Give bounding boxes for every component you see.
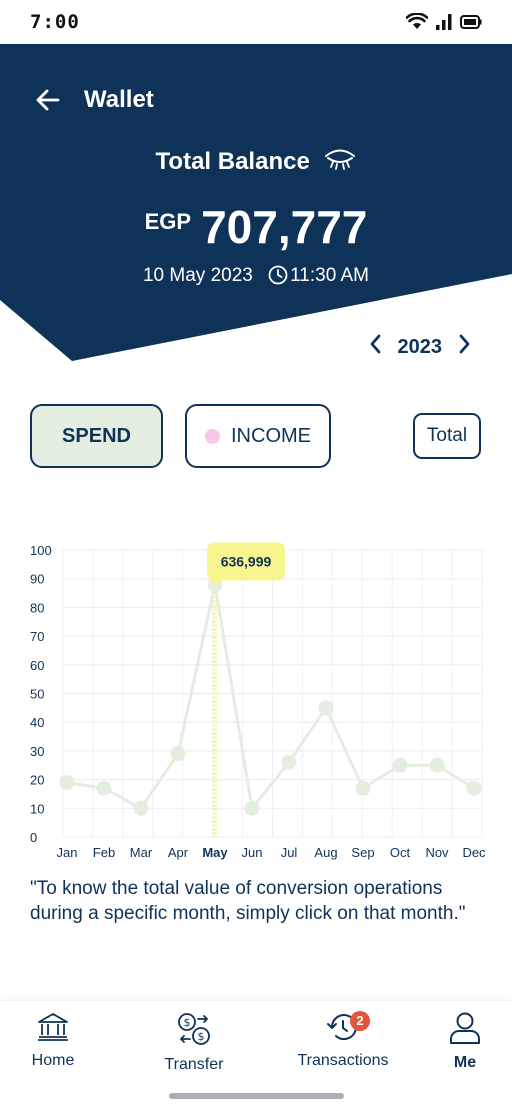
income-dot-icon (205, 428, 220, 444)
svg-text:$: $ (198, 1030, 205, 1043)
x-tick-label-dec: Dec (462, 845, 486, 860)
x-tick-label-jun: Jun (242, 845, 263, 860)
nav-transactions-label: Transactions (297, 1052, 389, 1069)
home-indicator (169, 1093, 344, 1099)
wifi-icon (406, 13, 428, 29)
bank-icon (38, 1013, 68, 1041)
spend-tab[interactable]: SPEND (30, 404, 163, 468)
next-year-button[interactable] (458, 333, 472, 361)
data-point-apr (170, 746, 186, 762)
data-point-nov (429, 757, 445, 773)
arrow-left-icon (36, 89, 60, 111)
x-tick-label-aug: Aug (314, 845, 337, 860)
data-point-feb (96, 780, 112, 796)
previous-year-button[interactable] (368, 333, 382, 361)
status-time: 7:00 (30, 11, 80, 33)
x-tick-label-sep: Sep (351, 845, 374, 860)
total-button-label: Total (426, 425, 468, 446)
data-point-mar (133, 800, 149, 816)
y-tick-label: 100 (30, 543, 52, 558)
balance-time: 11:30 AM (290, 265, 369, 286)
nav-me[interactable]: Me (440, 1011, 490, 1072)
income-tab-label: INCOME (231, 424, 311, 447)
spend-tab-label: SPEND (62, 424, 131, 447)
data-point-aug (318, 700, 334, 716)
svg-text:$: $ (184, 1016, 191, 1029)
x-tick-label-jan: Jan (57, 845, 78, 860)
data-point-jan (59, 774, 75, 790)
x-tick-label-oct: Oct (390, 845, 411, 860)
balance-label: Total Balance (155, 148, 310, 175)
y-tick-label: 20 (30, 773, 44, 788)
chart-tooltip-value: 636,999 (221, 553, 272, 569)
hide-balance-button[interactable] (324, 148, 356, 177)
x-tick-label-jul: Jul (281, 845, 298, 860)
x-tick-label-may: May (202, 845, 228, 860)
y-tick-label: 70 (30, 629, 44, 644)
year-label: 2023 (397, 335, 443, 358)
data-point-jul (281, 754, 297, 770)
monthly-spend-chart: 0 10 20 30 40 50 60 70 80 90 100 Jan Feb Mar Apr May Jun… (30, 542, 486, 860)
nav-me-label: Me (453, 1054, 477, 1071)
currency-label: EGP (144, 209, 192, 234)
transactions-badge: 2 (350, 1011, 370, 1031)
date-time-row: 10 May 2023 11:30 AM (0, 265, 512, 291)
person-icon (450, 1012, 480, 1044)
x-tick-label-mar: Mar (130, 845, 153, 860)
y-tick-label: 10 (30, 801, 44, 816)
balance-date: 10 May 2023 (142, 265, 253, 286)
y-tick-label: 0 (30, 830, 37, 845)
y-tick-label: 30 (30, 744, 44, 759)
page-title: Wallet (84, 86, 154, 113)
transfer-icon: $ $ (178, 1013, 210, 1045)
data-point-sep (355, 780, 371, 796)
balance-label-row: Total Balance (0, 148, 512, 177)
battery-icon (460, 14, 482, 29)
income-tab[interactable]: INCOME (185, 404, 331, 468)
status-bar: 7:00 (0, 0, 512, 44)
x-tick-label-nov: Nov (425, 845, 449, 860)
chevron-right-icon (459, 334, 470, 354)
nav-home-label: Home (31, 1052, 75, 1069)
balance-amount-row: EGP 707,777 (0, 200, 512, 254)
nav-transactions[interactable]: 2 Transactions (290, 1011, 396, 1070)
clock-icon (268, 265, 288, 291)
y-tick-label: 60 (30, 658, 44, 673)
y-tick-label: 40 (30, 715, 44, 730)
y-tick-label: 80 (30, 600, 44, 615)
nav-transfer[interactable]: $ $ Transfer (158, 1011, 230, 1074)
nav-transfer-label: Transfer (164, 1056, 224, 1073)
signal-icon (436, 13, 452, 30)
data-point-oct (392, 757, 408, 773)
x-tick-label-apr: Apr (168, 845, 189, 860)
back-button[interactable] (34, 86, 62, 114)
eye-closed-icon (325, 149, 356, 171)
chart-hint: "To know the total value of conversion o… (30, 878, 466, 924)
status-icons (406, 13, 482, 30)
data-point-jun (244, 800, 260, 816)
nav-home[interactable]: Home (22, 1011, 84, 1070)
total-button[interactable]: Total (413, 413, 481, 459)
year-navigator: 2023 (368, 333, 473, 361)
y-tick-label: 90 (30, 572, 44, 587)
balance-amount: 707,777 (201, 201, 368, 253)
chevron-left-icon (370, 334, 380, 354)
y-tick-label: 50 (30, 687, 44, 702)
x-tick-label-feb: Feb (93, 845, 115, 860)
data-point-dec (466, 780, 482, 796)
series-line (66, 582, 475, 810)
